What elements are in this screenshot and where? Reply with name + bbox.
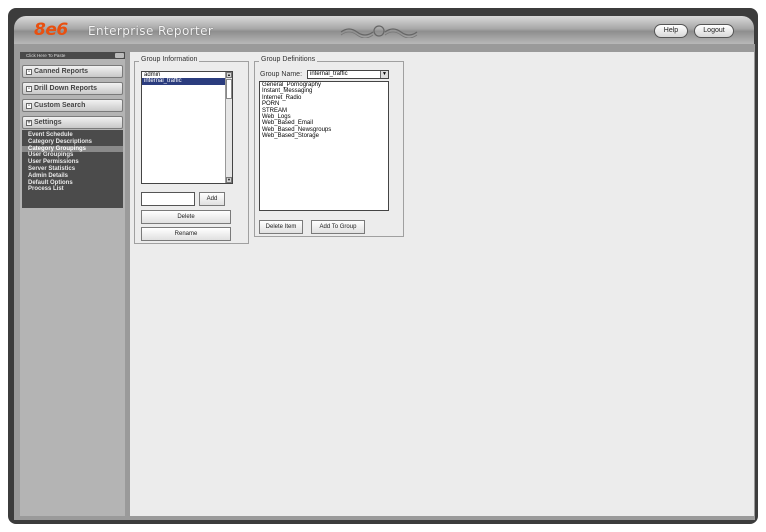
delete-group-button[interactable]: Delete: [141, 210, 231, 224]
group-listbox[interactable]: admin internal_traffic ▲ ▼: [141, 71, 233, 184]
sidebar-item-label: Settings: [34, 119, 62, 126]
chevron-down-icon[interactable]: ▼: [380, 71, 388, 78]
sidebar-item-drill-down-reports[interactable]: - Drill Down Reports: [22, 82, 123, 95]
settings-link-default-options[interactable]: Default Options: [28, 180, 123, 187]
group-name-select[interactable]: internal_traffic ▼: [307, 70, 389, 79]
settings-link-user-permissions[interactable]: User Permissions: [28, 159, 123, 166]
sidebar-item-settings[interactable]: + Settings: [22, 116, 123, 129]
new-group-input[interactable]: [141, 192, 195, 206]
rename-group-button[interactable]: Rename: [141, 227, 231, 241]
arrow-down-icon[interactable]: ▼: [226, 177, 232, 183]
minus-box-icon: -: [26, 86, 32, 92]
settings-link-category-groupings[interactable]: Category Groupings: [22, 145, 123, 153]
minus-box-icon: -: [26, 103, 32, 109]
app-header: 8e6 Enterprise Reporter Help Logout: [14, 16, 754, 44]
help-button[interactable]: Help: [654, 24, 688, 38]
paste-bar-label: Click Here To Paste: [26, 53, 66, 58]
delete-item-button[interactable]: Delete Item: [259, 220, 303, 234]
sidebar-item-label: Drill Down Reports: [34, 85, 98, 92]
group-information-panel: Group Information admin internal_traffic…: [134, 56, 249, 244]
minus-box-icon: -: [26, 69, 32, 75]
main-content: Group Information admin internal_traffic…: [130, 52, 754, 516]
group-name-label: Group Name:: [260, 71, 303, 78]
settings-link-process-list[interactable]: Process List: [28, 186, 123, 193]
paste-bar[interactable]: Click Here To Paste: [20, 52, 125, 59]
group-name-value: internal_traffic: [310, 71, 348, 77]
sidebar-item-label: Custom Search: [34, 102, 86, 109]
plus-box-icon: +: [26, 120, 32, 126]
settings-link-admin-details[interactable]: Admin Details: [28, 173, 123, 180]
settings-link-server-statistics[interactable]: Server Statistics: [28, 166, 123, 173]
logout-button[interactable]: Logout: [694, 24, 734, 38]
settings-submenu: Event Schedule Category Descriptions Cat…: [22, 130, 123, 208]
app-logo: 8e6: [34, 20, 68, 40]
group-definitions-panel: Group Definitions Group Name: internal_t…: [254, 56, 404, 237]
add-group-button[interactable]: Add: [199, 192, 225, 206]
sidebar-item-label: Canned Reports: [34, 68, 89, 75]
scroll-thumb[interactable]: [226, 79, 232, 99]
add-to-group-button[interactable]: Add To Group: [311, 220, 365, 234]
brand-mark-icon: [340, 25, 418, 38]
settings-link-category-descriptions[interactable]: Category Descriptions: [28, 139, 123, 146]
app-title: Enterprise Reporter: [88, 24, 214, 38]
group-definitions-listbox[interactable]: General_Pornography Instant_Messaging In…: [259, 81, 389, 211]
list-item[interactable]: Web_Based_Storage: [260, 133, 388, 139]
group-information-legend: Group Information: [139, 56, 200, 63]
group-definitions-legend: Group Definitions: [259, 56, 318, 63]
sidebar-item-canned-reports[interactable]: - Canned Reports: [22, 65, 123, 78]
group-listbox-scrollbar[interactable]: ▲ ▼: [225, 72, 232, 183]
sidebar-item-custom-search[interactable]: - Custom Search: [22, 99, 123, 112]
list-item[interactable]: internal_traffic: [142, 78, 232, 85]
arrow-up-icon[interactable]: ▲: [226, 72, 232, 78]
settings-link-user-groupings[interactable]: User Groupings: [28, 152, 123, 159]
paste-toggle-icon[interactable]: [115, 53, 124, 58]
settings-link-event-schedule[interactable]: Event Schedule: [28, 132, 123, 139]
sidebar: Click Here To Paste - Canned Reports - Dri…: [20, 52, 125, 516]
